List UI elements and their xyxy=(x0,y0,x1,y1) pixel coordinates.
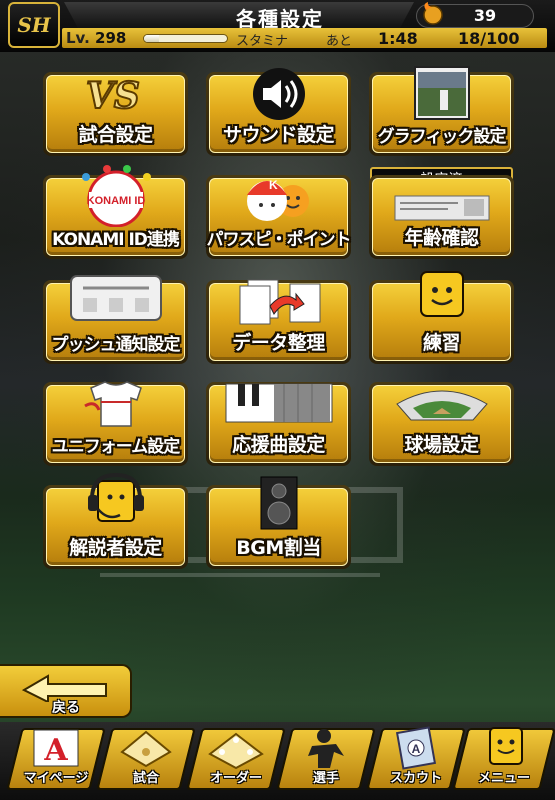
graphic-settings-label: グラフィック設定 xyxy=(377,127,507,147)
speaker-icon xyxy=(252,68,305,120)
age-confirm-button[interactable]: 年齢確認 xyxy=(369,175,514,259)
svg-text:K: K xyxy=(269,178,278,192)
speaker-box-icon xyxy=(260,476,297,530)
scout-card-icon: A xyxy=(395,726,437,770)
push-notification-settings-label: プッシュ通知設定 xyxy=(51,335,181,355)
svg-text:A: A xyxy=(412,742,421,756)
piano-keys-icon xyxy=(225,383,332,423)
diamond-field-icon xyxy=(120,730,172,768)
level-prefix: Lv. xyxy=(66,29,90,47)
svg-text:KONAMI ID: KONAMI ID xyxy=(86,195,145,207)
stamina-bar xyxy=(143,34,228,43)
document-transfer-icon xyxy=(239,279,320,325)
stadium-icon xyxy=(395,390,488,421)
coin-count: 39 xyxy=(473,6,497,25)
graphic-settings-button[interactable]: グラフィック設定 xyxy=(369,66,514,156)
sound-settings-button[interactable]: サウンド設定 xyxy=(206,68,351,156)
back-button[interactable]: 戻る xyxy=(0,664,132,718)
team-logo: SH xyxy=(8,2,60,48)
commentator-settings-label: 解説者設定 xyxy=(69,537,162,559)
practice-button[interactable]: 練習 xyxy=(369,271,514,364)
commentator-settings-button[interactable]: 解説者設定 xyxy=(43,472,188,569)
data-organize-button[interactable]: データ整理 xyxy=(206,279,351,364)
nav-label-mypage: マイページ xyxy=(23,771,89,786)
back-label: 戻る xyxy=(52,700,80,716)
cheer-song-settings-label: 応援曲設定 xyxy=(232,434,325,456)
svg-text:VS: VS xyxy=(86,75,140,117)
stamina-label: スタミナ xyxy=(236,34,289,49)
stamina-count: 18/100 xyxy=(458,29,520,48)
konami-id-icon: KONAMI ID xyxy=(81,165,151,227)
bgm-assign-label: BGM割当 xyxy=(236,537,321,559)
flame-coin-icon xyxy=(423,2,443,25)
mypage-icon: A xyxy=(33,729,79,768)
data-organize-label: データ整理 xyxy=(232,332,325,354)
id-card-icon xyxy=(394,195,489,221)
vs-icon: VS xyxy=(85,74,141,118)
nav-label-order: オーダー xyxy=(209,771,262,786)
stamina-fill xyxy=(144,35,159,42)
nav-label-scout: スカウト xyxy=(389,771,442,786)
nav-label-match: 試合 xyxy=(132,771,159,786)
cheer-song-settings-button[interactable]: 応援曲設定 xyxy=(206,382,351,466)
konami-id-link-label: KONAMI ID連携 xyxy=(52,230,180,250)
svg-text:A: A xyxy=(43,733,68,768)
uniform-settings-label: ユニフォーム設定 xyxy=(51,437,181,457)
player-level: Lv. 298 xyxy=(66,29,126,47)
match-settings-button[interactable]: VS 試合設定 xyxy=(43,72,188,156)
uniform-icon xyxy=(83,381,142,427)
pawapro-character-icon: K xyxy=(246,178,309,221)
menu-character-icon xyxy=(489,727,523,765)
remaining-label: あと xyxy=(326,34,353,49)
uniform-settings-button[interactable]: ユニフォーム設定 xyxy=(43,381,188,466)
stamina-recovery-time: 1:48 xyxy=(378,29,418,48)
practice-label: 練習 xyxy=(422,332,461,354)
stadium-settings-button[interactable]: 球場設定 xyxy=(369,382,514,466)
notification-panel-icon xyxy=(69,275,162,321)
match-settings-label: 試合設定 xyxy=(78,124,153,146)
nav-label-menu: メニュー xyxy=(477,771,530,786)
bgm-assign-button[interactable]: BGM割当 xyxy=(206,476,351,569)
game-screenshot-icon xyxy=(413,66,470,120)
nav-label-player: 選手 xyxy=(312,771,339,786)
level-value: 298 xyxy=(95,29,127,47)
push-notification-settings-button[interactable]: プッシュ通知設定 xyxy=(43,275,188,364)
team-logo-text: SH xyxy=(17,13,51,37)
stadium-settings-label: 球場設定 xyxy=(404,434,479,456)
konami-id-link-button[interactable]: KONAMI ID KONAMI ID連携 xyxy=(43,165,188,259)
smiley-block-icon xyxy=(419,271,464,317)
field-order-icon xyxy=(208,732,264,770)
headset-icon xyxy=(87,472,144,522)
sound-settings-label: サウンド設定 xyxy=(222,124,335,146)
player-silhouette-icon xyxy=(308,729,344,768)
pawaspi-point-label: パワスピ・ポイント xyxy=(206,230,352,250)
age-confirm-label: 年齢確認 xyxy=(404,227,479,249)
pawaspi-point-button[interactable]: K パワスピ・ポイント xyxy=(206,175,352,259)
